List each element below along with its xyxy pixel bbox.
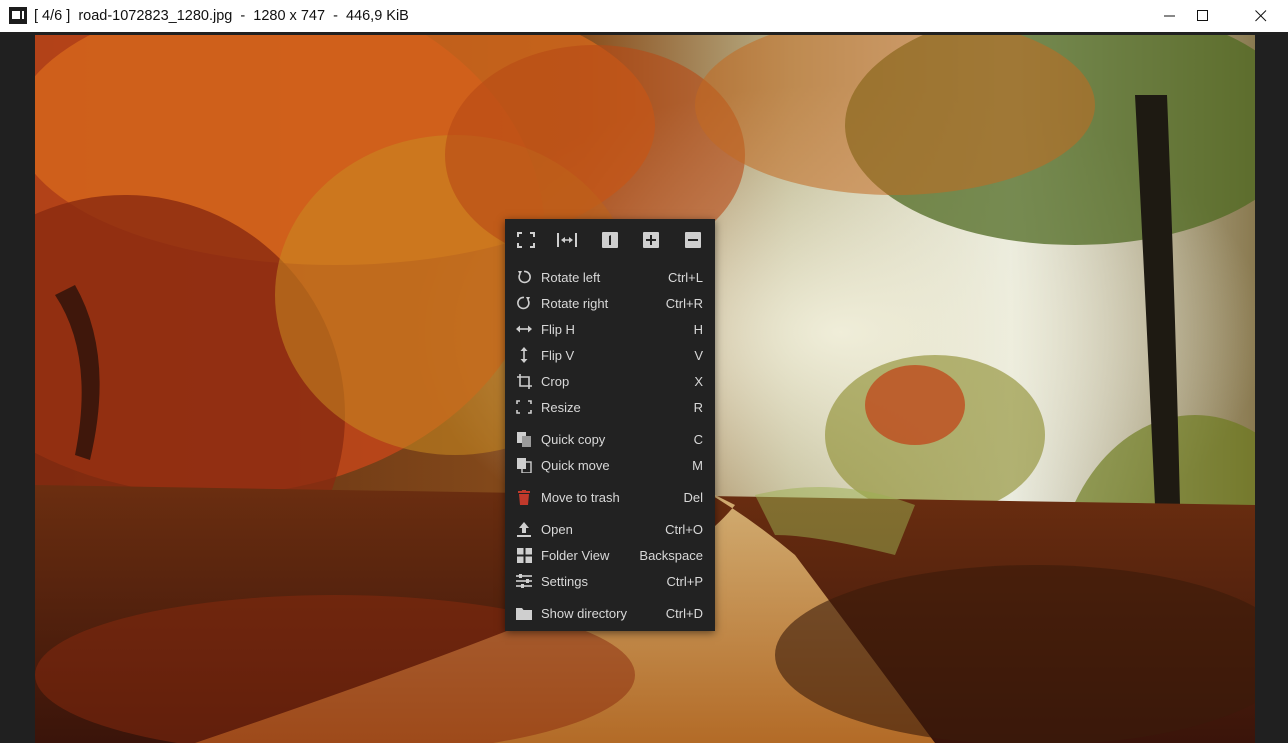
menu-item-move-to-trash[interactable]: Move to trash Del: [505, 484, 715, 510]
menu-item-folder-view[interactable]: Folder View Backspace: [505, 542, 715, 568]
menu-item-label: Resize: [541, 400, 581, 415]
maximize-button[interactable]: [1180, 0, 1226, 32]
menu-item-shortcut: V: [694, 348, 703, 363]
minimize-icon: [1164, 15, 1175, 17]
menu-item-label: Open: [541, 522, 573, 537]
zoom-out-button[interactable]: [683, 230, 703, 250]
menu-item-quick-copy[interactable]: Quick copy C: [505, 426, 715, 452]
zoom-in-icon: [643, 232, 659, 248]
menu-item-crop[interactable]: Crop X: [505, 368, 715, 394]
close-button[interactable]: [1238, 0, 1284, 32]
flip-v-icon: [516, 347, 532, 363]
menu-item-flip-h[interactable]: Flip H H: [505, 316, 715, 342]
zoom-in-button[interactable]: [641, 230, 661, 250]
menu-item-shortcut: Ctrl+D: [665, 606, 703, 621]
menu-item-shortcut: H: [693, 322, 703, 337]
open-icon: [516, 521, 532, 537]
menu-item-shortcut: C: [693, 432, 703, 447]
menu-item-label: Folder View: [541, 548, 610, 563]
menu-item-flip-v[interactable]: Flip V V: [505, 342, 715, 368]
menu-item-label: Move to trash: [541, 490, 620, 505]
menu-item-shortcut: Ctrl+O: [665, 522, 703, 537]
menu-item-shortcut: X: [694, 374, 703, 389]
menu-item-shortcut: Ctrl+R: [665, 296, 703, 311]
menu-item-shortcut: Ctrl+P: [666, 574, 703, 589]
menu-item-label: Quick copy: [541, 432, 606, 447]
menu-item-label: Settings: [541, 574, 588, 589]
fit-width-icon: [557, 233, 577, 247]
close-icon: [1255, 10, 1267, 22]
app-icon: [9, 7, 27, 24]
menu-item-label: Crop: [541, 374, 570, 389]
original-size-button[interactable]: [600, 230, 620, 250]
copy-icon: [516, 431, 532, 447]
menu-item-label: Flip H: [541, 322, 575, 337]
menu-item-label: Show directory: [541, 606, 627, 621]
flip-h-icon: [516, 321, 532, 337]
folder-icon: [516, 605, 532, 621]
menu-toolbar: [505, 219, 715, 259]
menu-item-resize[interactable]: Resize R: [505, 394, 715, 420]
menu-item-shortcut: M: [692, 458, 703, 473]
window-title: [ 4/6 ] road-1072823_1280.jpg - 1280 x 7…: [34, 8, 409, 24]
move-icon: [516, 457, 532, 473]
resize-icon: [516, 399, 532, 415]
menu-item-open[interactable]: Open Ctrl+O: [505, 516, 715, 542]
menu-item-shortcut: Del: [683, 490, 703, 505]
menu-item-label: Rotate left: [541, 270, 601, 285]
title-bar: [ 4/6 ] road-1072823_1280.jpg - 1280 x 7…: [0, 0, 1288, 32]
menu-item-label: Quick move: [541, 458, 610, 473]
rotate-right-icon: [516, 295, 532, 311]
menu-item-show-directory[interactable]: Show directory Ctrl+D: [505, 600, 715, 626]
menu-item-rotate-right[interactable]: Rotate right Ctrl+R: [505, 290, 715, 316]
menu-item-shortcut: Backspace: [639, 548, 703, 563]
menu-item-shortcut: R: [693, 400, 703, 415]
context-menu: Rotate left Ctrl+L Rotate right Ctrl+R F…: [505, 219, 715, 631]
fit-width-button[interactable]: [557, 230, 577, 250]
crop-icon: [516, 373, 532, 389]
settings-icon: [516, 573, 532, 589]
trash-icon: [516, 489, 532, 505]
menu-item-label: Rotate right: [541, 296, 609, 311]
image-viewer[interactable]: Rotate left Ctrl+L Rotate right Ctrl+R F…: [0, 32, 1288, 743]
zoom-out-icon: [685, 232, 701, 248]
menu-item-quick-move[interactable]: Quick move M: [505, 452, 715, 478]
fit-window-icon: [517, 232, 535, 248]
menu-item-rotate-left[interactable]: Rotate left Ctrl+L: [505, 264, 715, 290]
original-size-icon: [602, 232, 618, 248]
fit-window-button[interactable]: [516, 230, 536, 250]
menu-item-label: Flip V: [541, 348, 575, 363]
rotate-left-icon: [516, 269, 532, 285]
maximize-icon: [1197, 10, 1208, 21]
menu-item-shortcut: Ctrl+L: [667, 270, 703, 285]
menu-item-settings[interactable]: Settings Ctrl+P: [505, 568, 715, 594]
folder-view-icon: [516, 547, 532, 563]
